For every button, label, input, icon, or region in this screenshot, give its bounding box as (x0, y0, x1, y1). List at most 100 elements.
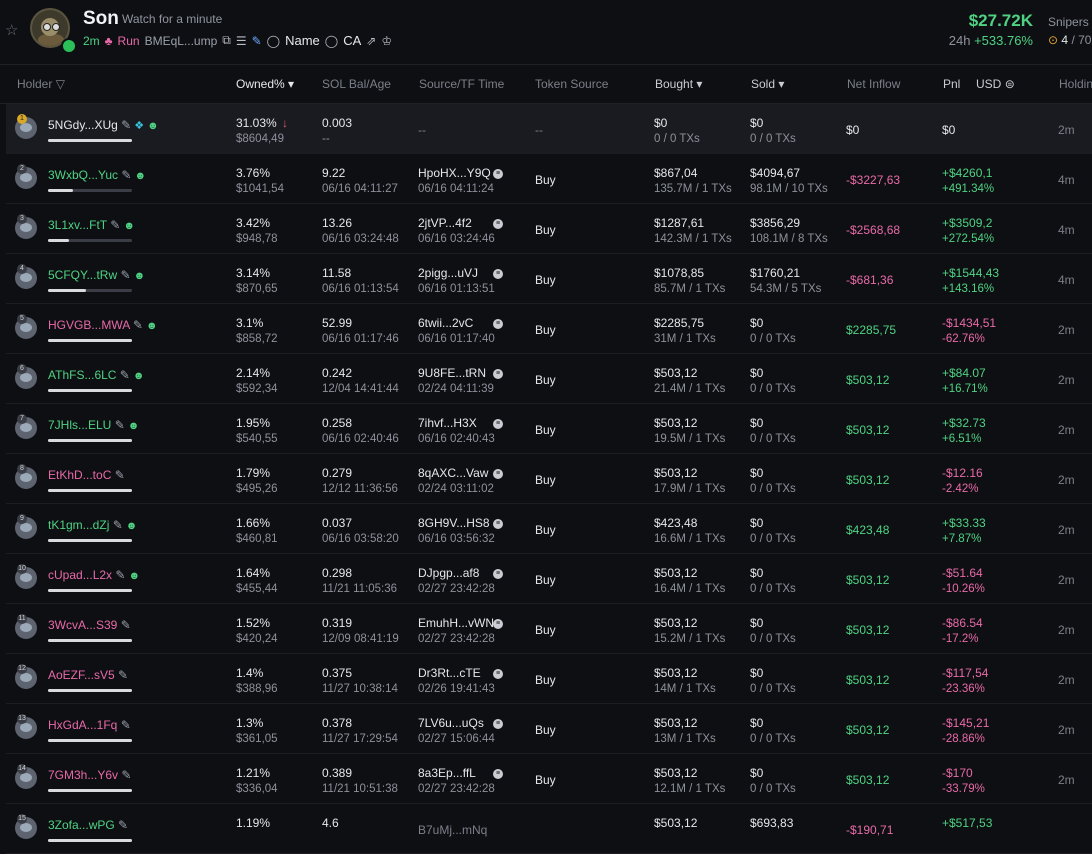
holder-address-text[interactable]: cUpad...L2x (48, 568, 112, 582)
holder-address[interactable]: tK1gm...dZj ✎ ☻ (48, 518, 137, 532)
edit-icon[interactable]: ✎ (115, 818, 128, 832)
filter-icon[interactable]: ▽ (56, 77, 65, 91)
search-name-button[interactable]: Name (285, 33, 320, 48)
source-wallet[interactable]: 8qAXC...Vaw (418, 466, 488, 480)
source-wallet[interactable]: 2pigg...uVJ (418, 266, 478, 280)
edit-icon[interactable]: ✎ (130, 318, 143, 332)
holder-address-text[interactable]: 5CFQY...tRw (48, 268, 117, 282)
holder-address-text[interactable]: HxGdA...1Fq (48, 718, 117, 732)
search-ca-button[interactable]: CA (343, 33, 361, 48)
col-sold[interactable]: Sold ▾ (751, 77, 784, 91)
pill-icon: ♣ (104, 33, 113, 48)
col-owned[interactable]: Owned% ▾ (236, 77, 294, 91)
edit-icon[interactable]: ✎ (118, 168, 131, 182)
source-wallet[interactable]: 8a3Ep...ffL (418, 766, 476, 780)
table-row[interactable]: 13 HxGdA...1Fq ✎ 1.3% $361,05 0.378 11/27 17:… (6, 704, 1092, 754)
edit-icon[interactable]: ✎ (111, 468, 125, 482)
holder-address[interactable]: 7GM3h...Y6v ✎ (48, 768, 131, 782)
source-wallet[interactable]: 7ihvf...H3X (418, 416, 477, 430)
table-row[interactable]: 8 EtKhD...toC ✎ 1.79% $495,26 0.279 12/12 11:… (6, 454, 1092, 504)
edit-icon[interactable]: ✎ (109, 518, 123, 532)
edit-icon[interactable]: ✎ (118, 118, 131, 132)
holder-address-text[interactable]: 5NGdy...XUg (48, 118, 118, 132)
source-wallet[interactable]: Dr3Rt...cTE (418, 666, 481, 680)
bought-txs: 135.7M / 1 TXs (654, 183, 732, 195)
edit-icon[interactable]: ✎ (118, 768, 131, 782)
col-sol-bal[interactable]: SOL Bal/Age (322, 77, 391, 91)
table-row[interactable]: 15 3Zofa...wPG ✎ 1.19% 4.6 B7uMj...mNq $503,1… (6, 804, 1092, 854)
col-source-tf[interactable]: Source/TF Time (419, 77, 504, 91)
col-bought[interactable]: Bought ▾ (655, 77, 702, 91)
source-wallet[interactable]: 8GH9V...HS8 (418, 516, 490, 530)
source-wallet[interactable]: 6twii...2vC (418, 316, 473, 330)
source-wallet[interactable]: EmuhH...vWN (418, 616, 494, 630)
holder-address[interactable]: 5NGdy...XUg ✎ ❖ ☻ (48, 118, 159, 132)
change-value: +533.76% (974, 33, 1033, 48)
holder-address[interactable]: 3L1xv...FtT ✎ ☻ (48, 218, 135, 232)
holder-address-text[interactable]: 3WxbQ...Yuc (48, 168, 118, 182)
holder-address[interactable]: HxGdA...1Fq ✎ (48, 718, 131, 732)
holder-address-text[interactable]: AThFS...6LC (48, 368, 116, 382)
holder-address-text[interactable]: 3Zofa...wPG (48, 818, 115, 832)
feather-icon[interactable]: ✎ (252, 34, 262, 48)
holder-address[interactable]: 3Zofa...wPG ✎ (48, 818, 128, 832)
contract-address[interactable]: BMEqL...ump (145, 34, 218, 48)
col-net-inflow[interactable]: Net Inflow (847, 77, 900, 91)
table-row[interactable]: 7 7JHls...ELU ✎ ☻ 1.95% $540,55 0.258 06/16 0… (6, 404, 1092, 454)
col-holding[interactable]: Holdin (1059, 77, 1092, 91)
holder-address-text[interactable]: HGVGB...MWA (48, 318, 130, 332)
holder-address[interactable]: 7JHls...ELU ✎ ☻ (48, 418, 139, 432)
holder-address-text[interactable]: AoEZF...sV5 (48, 668, 115, 682)
source-wallet[interactable]: 7LV6u...uQs (418, 716, 484, 730)
table-row[interactable]: 11 3WcvA...S39 ✎ 1.52% $420,24 0.319 12/09 08… (6, 604, 1092, 654)
edit-icon[interactable]: ✎ (117, 268, 130, 282)
holder-address[interactable]: AThFS...6LC ✎ ☻ (48, 368, 145, 382)
edit-icon[interactable]: ✎ (117, 718, 131, 732)
col-token-source[interactable]: Token Source (535, 77, 608, 91)
menu-icon[interactable]: ☰ (236, 34, 247, 48)
holder-address-text[interactable]: 7GM3h...Y6v (48, 768, 118, 782)
holder-address[interactable]: HGVGB...MWA ✎ ☻ (48, 318, 158, 332)
table-row[interactable]: 5 HGVGB...MWA ✎ ☻ 3.1% $858,72 52.99 06/16 01… (6, 304, 1092, 354)
edit-icon[interactable]: ✎ (115, 668, 128, 682)
col-pnl[interactable]: Pnl (943, 77, 960, 91)
table-row[interactable]: 9 tK1gm...dZj ✎ ☻ 1.66% $460,81 0.037 06/16 0… (6, 504, 1092, 554)
holder-address[interactable]: cUpad...L2x ✎ ☻ (48, 568, 140, 582)
source-wallet[interactable]: HpoHX...Y9Q (418, 166, 491, 180)
table-row[interactable]: 14 7GM3h...Y6v ✎ 1.21% $336,04 0.389 11/21 10… (6, 754, 1092, 804)
holder-address-text[interactable]: EtKhD...toC (48, 468, 111, 482)
search-name-icon[interactable]: ◯ (267, 34, 280, 48)
holder-address-text[interactable]: 3L1xv...FtT (48, 218, 107, 232)
source-wallet[interactable]: 9U8FE...tRN (418, 366, 486, 380)
holder-address[interactable]: 5CFQY...tRw ✎ ☻ (48, 268, 145, 282)
holder-address-text[interactable]: tK1gm...dZj (48, 518, 109, 532)
table-row[interactable]: 6 AThFS...6LC ✎ ☻ 2.14% $592,34 0.242 12/04 1… (6, 354, 1092, 404)
edit-icon[interactable]: ✎ (107, 218, 120, 232)
holder-address[interactable]: 3WcvA...S39 ✎ (48, 618, 131, 632)
star-icon[interactable]: ☆ (5, 21, 18, 39)
source-wallet[interactable]: 2jtVP...4f2 (418, 216, 472, 230)
owned-percent: 2.14% (236, 366, 271, 380)
source-wallet[interactable]: DJpgp...af8 (418, 566, 479, 580)
holder-address[interactable]: EtKhD...toC ✎ (48, 468, 125, 482)
edit-icon[interactable]: ✎ (112, 568, 125, 582)
holder-address-text[interactable]: 3WcvA...S39 (48, 618, 117, 632)
table-row[interactable]: 1 5NGdy...XUg ✎ ❖ ☻ 31.03% ↓ $8604,49 0.003 --… (6, 104, 1092, 154)
col-holder[interactable]: Holder ▽ (17, 77, 65, 91)
table-row[interactable]: 12 AoEZF...sV5 ✎ 1.4% $388,96 0.375 11/27 10:… (6, 654, 1092, 704)
external-link-icon[interactable]: ⇗ (366, 34, 376, 48)
edit-icon[interactable]: ✎ (117, 618, 131, 632)
crown-icon[interactable]: ♔ (381, 34, 392, 48)
holder-address[interactable]: AoEZF...sV5 ✎ (48, 668, 128, 682)
table-row[interactable]: 2 3WxbQ...Yuc ✎ ☻ 3.76% $1041,54 9.22 06/16 0… (6, 154, 1092, 204)
edit-icon[interactable]: ✎ (111, 418, 125, 432)
table-row[interactable]: 10 cUpad...L2x ✎ ☻ 1.64% $455,44 0.298 11/21 … (6, 554, 1092, 604)
edit-icon[interactable]: ✎ (116, 368, 130, 382)
holder-address[interactable]: 3WxbQ...Yuc ✎ ☻ (48, 168, 146, 182)
table-row[interactable]: 3 3L1xv...FtT ✎ ☻ 3.42% $948,78 13.26 06/16 0… (6, 204, 1092, 254)
copy-icon[interactable]: ⧉ (222, 33, 231, 48)
table-row[interactable]: 4 5CFQY...tRw ✎ ☻ 3.14% $870,65 11.58 06/16 0… (6, 254, 1092, 304)
search-ca-icon[interactable]: ◯ (325, 34, 338, 48)
usd-toggle[interactable]: USD ⊜ (976, 77, 1015, 91)
holder-address-text[interactable]: 7JHls...ELU (48, 418, 111, 432)
